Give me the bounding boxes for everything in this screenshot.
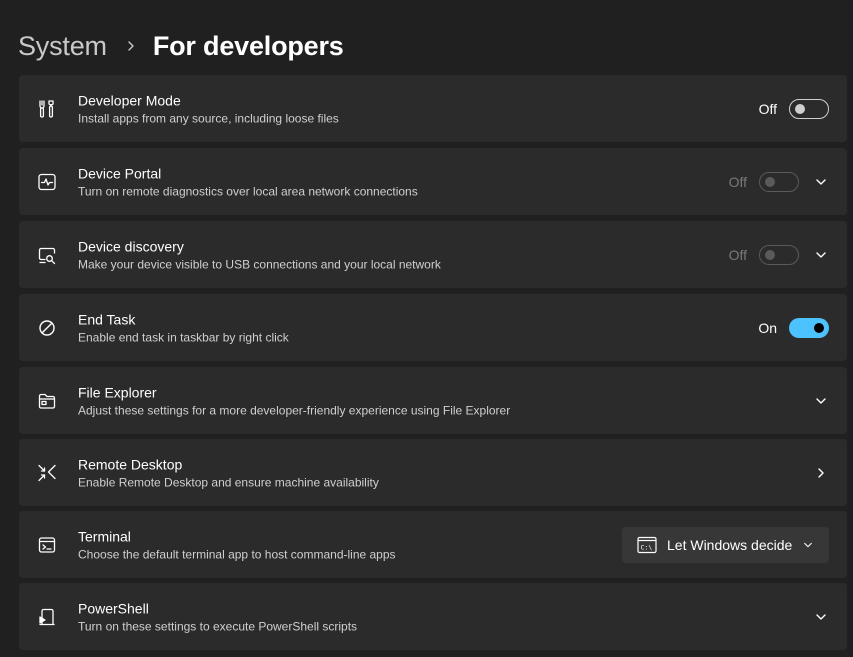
setting-description: Enable end task in taskbar by right clic… — [78, 330, 289, 344]
setting-title: Remote Desktop — [78, 456, 183, 472]
setting-device-discovery[interactable]: Device discovery Make your device visibl… — [19, 221, 847, 288]
setting-controls: Off — [759, 75, 829, 142]
chevron-right-icon[interactable] — [813, 465, 829, 481]
chevron-down-icon[interactable] — [813, 609, 829, 625]
setting-developer-mode: Developer Mode Install apps from any sou… — [19, 75, 847, 142]
setting-terminal: Terminal Choose the default terminal app… — [19, 511, 847, 578]
folder-icon — [37, 391, 57, 411]
toggle-state-label: Off — [758, 100, 777, 117]
device-portal-toggle[interactable] — [759, 171, 799, 192]
setting-controls: On — [758, 294, 829, 361]
breadcrumb-parent-system[interactable]: System — [18, 31, 107, 62]
setting-title: PowerShell — [78, 600, 149, 616]
setting-controls — [813, 439, 829, 506]
setting-description: Enable Remote Desktop and ensure machine… — [78, 475, 379, 489]
setting-text: End Task Enable end task in taskbar by r… — [78, 310, 289, 345]
setting-description: Turn on these settings to execute PowerS… — [78, 619, 358, 633]
toggle-state-label: Off — [728, 173, 747, 190]
setting-title: Device discovery — [78, 238, 184, 254]
setting-device-portal[interactable]: Device Portal Turn on remote diagnostics… — [19, 148, 847, 215]
settings-page: System For developers Developer Mode Ins… — [0, 0, 853, 657]
toggle-knob — [814, 322, 824, 333]
toggle-knob — [765, 249, 775, 260]
dropdown-selected-value: Let Windows decide — [667, 536, 793, 553]
chevron-down-icon[interactable] — [813, 393, 829, 409]
toggle-knob — [765, 176, 775, 187]
setting-text: PowerShell Turn on these settings to exe… — [78, 599, 357, 634]
setting-text: Device discovery Make your device visibl… — [78, 237, 441, 272]
device-discovery-icon — [37, 245, 57, 265]
setting-text: Remote Desktop Enable Remote Desktop and… — [78, 455, 379, 490]
setting-remote-desktop[interactable]: Remote Desktop Enable Remote Desktop and… — [19, 439, 847, 506]
svg-text:C:\: C:\ — [641, 543, 653, 551]
page-title: For developers — [152, 30, 344, 61]
device-discovery-toggle[interactable] — [759, 244, 799, 265]
developer-tools-icon — [37, 99, 57, 119]
device-portal-icon — [37, 172, 57, 192]
developer-mode-toggle[interactable] — [789, 98, 829, 119]
setting-description: Adjust these settings for a more develop… — [78, 403, 511, 417]
block-icon — [37, 318, 57, 338]
setting-text: Terminal Choose the default terminal app… — [78, 527, 396, 562]
terminal-icon — [37, 535, 57, 555]
end-task-toggle[interactable] — [789, 317, 829, 338]
setting-description: Turn on remote diagnostics over local ar… — [78, 184, 418, 198]
setting-controls: C:\ Let Windows decide — [622, 511, 829, 578]
console-icon: C:\ — [637, 536, 657, 554]
setting-controls — [813, 367, 829, 434]
setting-text: Developer Mode Install apps from any sou… — [78, 91, 339, 126]
chevron-down-icon — [803, 539, 815, 551]
breadcrumb: System For developers — [18, 26, 344, 66]
chevron-right-icon — [125, 40, 137, 52]
setting-end-task: End Task Enable end task in taskbar by r… — [19, 294, 847, 361]
powershell-icon — [37, 607, 57, 627]
chevron-down-icon[interactable] — [813, 247, 829, 263]
setting-title: File Explorer — [78, 384, 157, 400]
setting-controls — [813, 583, 829, 650]
setting-title: Terminal — [78, 528, 131, 544]
toggle-knob — [795, 103, 805, 114]
setting-text: File Explorer Adjust these settings for … — [78, 383, 510, 418]
chevron-down-icon[interactable] — [813, 174, 829, 190]
setting-description: Choose the default terminal app to host … — [78, 547, 396, 561]
setting-controls: Off — [729, 221, 829, 288]
setting-file-explorer[interactable]: File Explorer Adjust these settings for … — [19, 367, 847, 434]
setting-description: Install apps from any source, including … — [78, 111, 339, 125]
toggle-state-label: On — [758, 319, 777, 336]
setting-description: Make your device visible to USB connecti… — [78, 257, 441, 271]
setting-text: Device Portal Turn on remote diagnostics… — [78, 164, 418, 199]
toggle-state-label: Off — [728, 246, 747, 263]
setting-powershell[interactable]: PowerShell Turn on these settings to exe… — [19, 583, 847, 650]
remote-desktop-icon — [37, 463, 57, 483]
setting-title: Developer Mode — [78, 92, 181, 108]
setting-title: End Task — [78, 311, 136, 327]
setting-controls: Off — [729, 148, 829, 215]
terminal-app-dropdown[interactable]: C:\ Let Windows decide — [622, 526, 829, 563]
setting-title: Device Portal — [78, 165, 162, 181]
